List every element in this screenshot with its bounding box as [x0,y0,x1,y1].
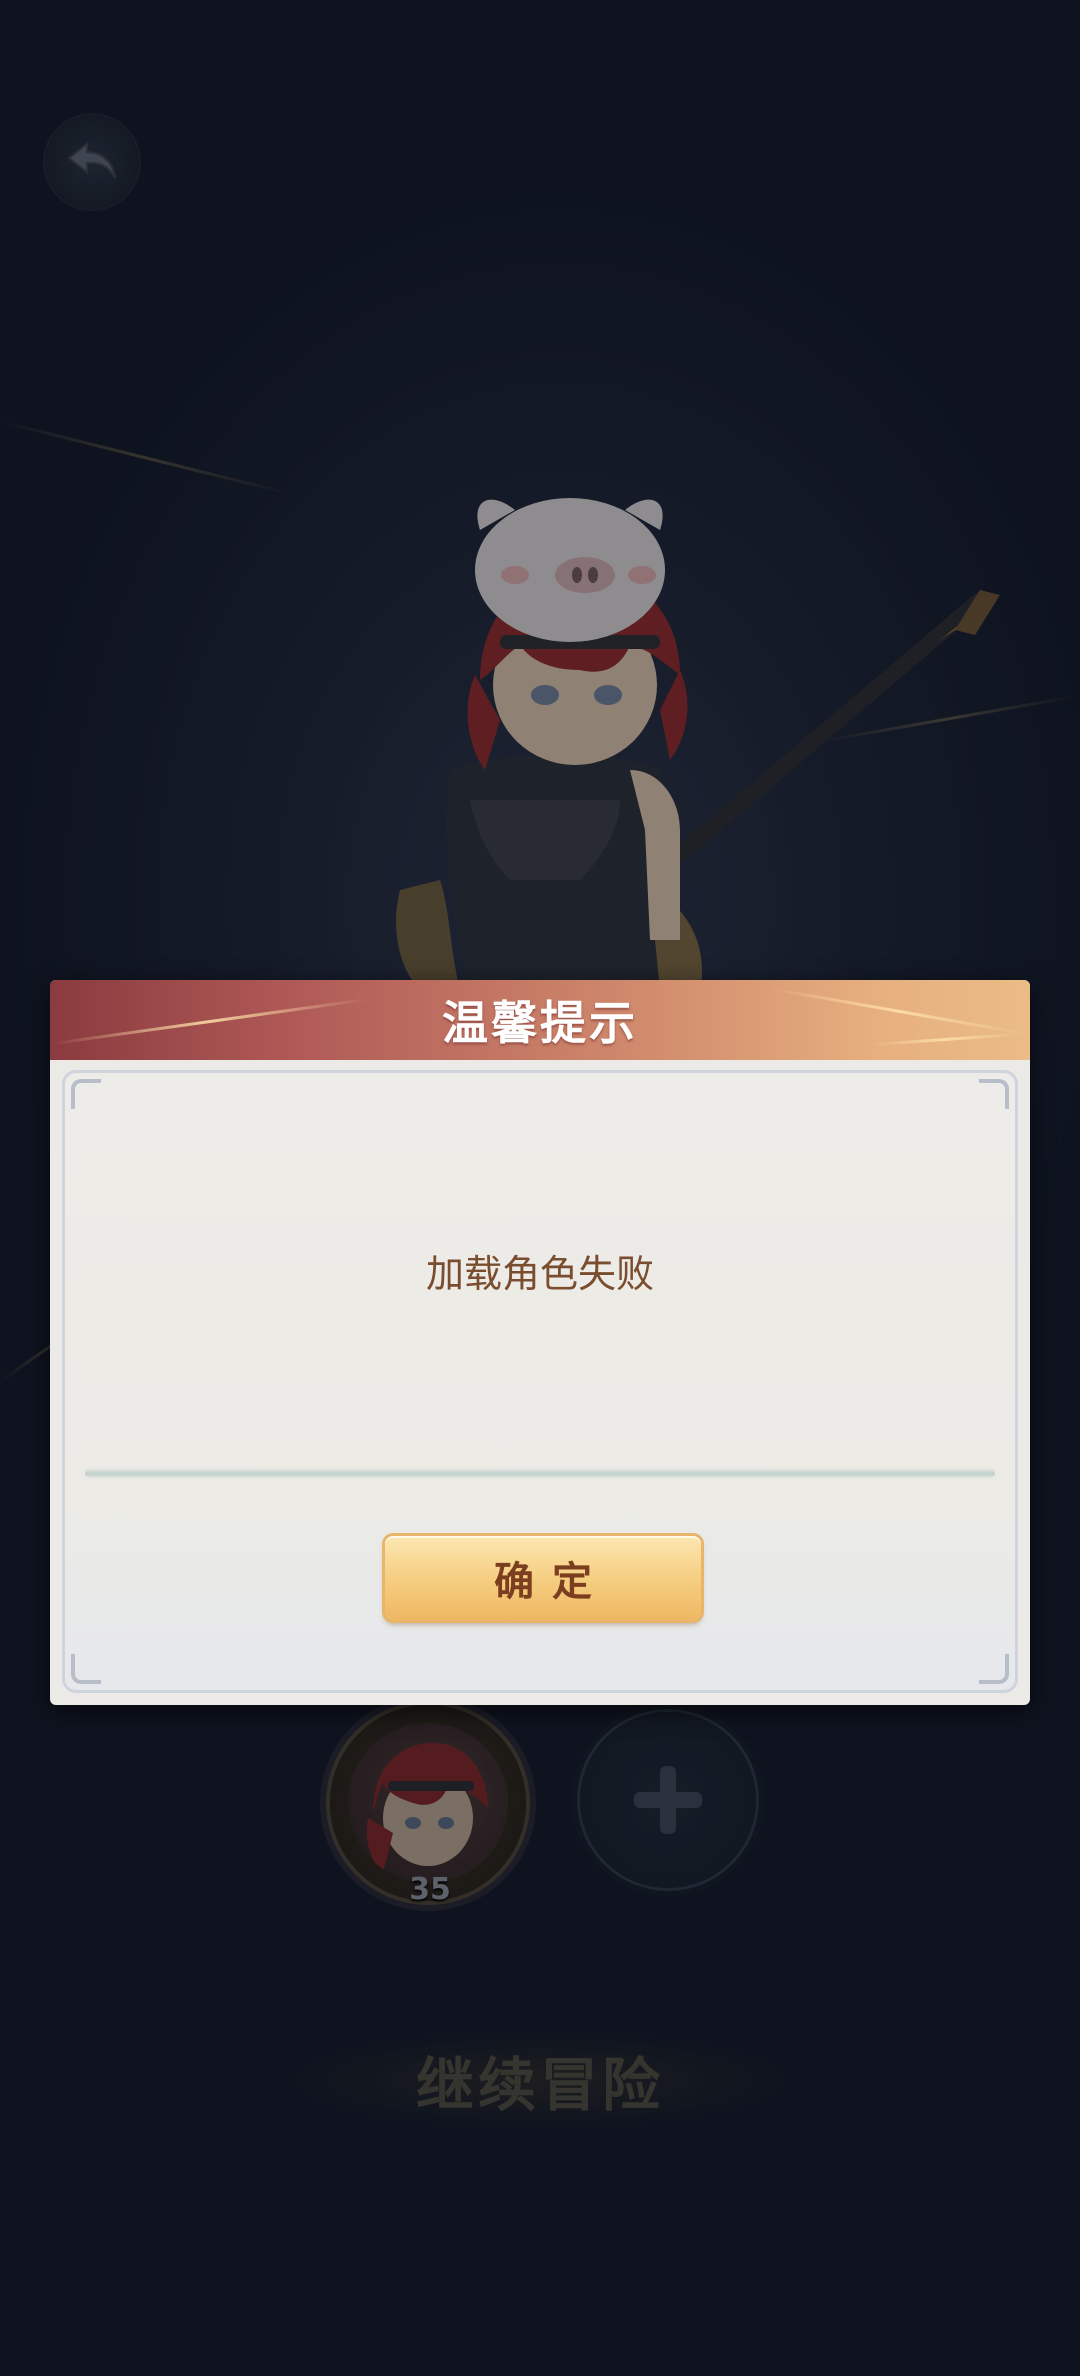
dialog-title: 温馨提示 [442,996,638,1050]
dialog-body: 加载角色失败 确定 [62,1070,1018,1693]
alert-dialog: 温馨提示 加载角色失败 确定 [50,980,1030,1705]
confirm-button-label: 确定 [494,1559,610,1605]
frame-corner [71,1654,101,1684]
frame-corner [979,1654,1009,1684]
dialog-message: 加载角色失败 [425,1252,654,1296]
dialog-header: 温馨提示 [50,980,1030,1060]
header-sparkle [870,1032,1020,1047]
confirm-button[interactable]: 确定 [385,1536,701,1620]
dialog-divider [85,1468,995,1478]
header-sparkle [51,997,369,1046]
header-sparkle [771,987,1029,1036]
frame-corner [71,1079,101,1109]
frame-corner [979,1079,1009,1109]
